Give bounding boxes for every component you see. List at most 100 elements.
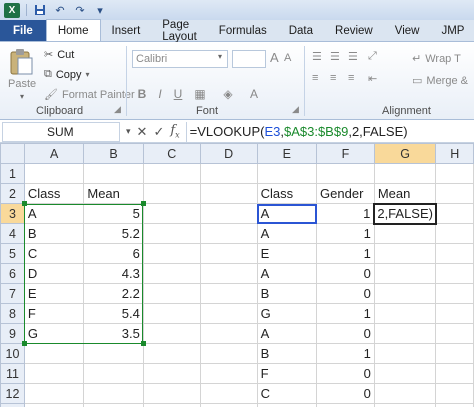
cell-D1[interactable] [199, 163, 258, 184]
fill-color-icon[interactable]: ◈ [220, 86, 236, 102]
grow-font-icon[interactable]: A [270, 50, 279, 65]
range-handle[interactable] [21, 201, 27, 206]
align-bottom-icon[interactable]: ☰ [348, 50, 358, 63]
cell-G13[interactable] [373, 403, 437, 407]
cell-E9[interactable]: A [256, 323, 318, 344]
cell-E4[interactable]: A [256, 223, 318, 244]
cell-H9[interactable] [435, 323, 474, 344]
cell-B11[interactable] [83, 363, 144, 384]
formula-input[interactable]: =VLOOKUP(E3, $A$3:$B$9,2,FALSE) [185, 121, 474, 142]
range-handle[interactable] [140, 341, 146, 346]
cell-H6[interactable] [435, 263, 474, 284]
cell-C12[interactable] [142, 383, 201, 404]
cell-H13[interactable] [435, 403, 474, 407]
cell-D8[interactable] [199, 303, 258, 324]
tab-file[interactable]: File [0, 20, 46, 41]
customize-toolbar-icon[interactable]: ▾ [93, 3, 107, 17]
cell-E10[interactable]: B [256, 343, 318, 364]
cell-F10[interactable]: 1 [316, 343, 375, 364]
name-box[interactable]: SUM [2, 121, 120, 142]
borders-icon[interactable]: ▦ [192, 86, 208, 102]
cell-A11[interactable] [23, 363, 85, 384]
cell-C2[interactable] [142, 183, 201, 204]
cell-E5[interactable]: E [256, 243, 318, 264]
cell-H7[interactable] [435, 283, 474, 304]
cell-G6[interactable] [373, 263, 437, 284]
cell-F4[interactable]: 1 [316, 223, 375, 244]
cell-F6[interactable]: 0 [316, 263, 375, 284]
cell-D10[interactable] [199, 343, 258, 364]
row-header[interactable]: 6 [0, 263, 25, 284]
row-header[interactable]: 8 [0, 303, 25, 324]
cell-G7[interactable] [373, 283, 437, 304]
cell-F3[interactable]: 1 [316, 203, 375, 224]
cell-F9[interactable]: 0 [316, 323, 375, 344]
cell-F7[interactable]: 0 [316, 283, 375, 304]
row-header[interactable]: 13 [0, 403, 25, 407]
cell-B3[interactable]: 5 [83, 203, 144, 224]
cell-B8[interactable]: 5.4 [83, 303, 144, 324]
cut-button[interactable]: ✂ Cut [44, 48, 74, 62]
underline-button[interactable]: U [170, 86, 186, 102]
cell-B2[interactable]: Mean [83, 183, 144, 204]
cell-C8[interactable] [142, 303, 201, 324]
format-painter-button[interactable]: 🖌 Format Painter [44, 88, 135, 102]
cell-E8[interactable]: G [256, 303, 318, 324]
font-name-dropdown-icon[interactable]: ▾ [218, 52, 222, 61]
cell-G12[interactable] [373, 383, 437, 404]
cell-A1[interactable] [23, 163, 85, 184]
cell-A13[interactable] [23, 403, 85, 407]
row-header[interactable]: 3 [0, 203, 25, 224]
cell-H12[interactable] [435, 383, 474, 404]
cell-A3[interactable]: A [23, 203, 85, 224]
cell-E2[interactable]: Class [256, 183, 318, 204]
cell-G4[interactable] [373, 223, 437, 244]
paste-dropdown-icon[interactable]: ▾ [20, 92, 24, 101]
cell-D5[interactable] [199, 243, 258, 264]
cell-F13[interactable]: 1 [316, 403, 375, 407]
cell-A10[interactable] [23, 343, 85, 364]
column-header[interactable]: A [23, 143, 85, 164]
column-header[interactable]: C [142, 143, 201, 164]
cell-G5[interactable] [373, 243, 437, 264]
cell-D3[interactable] [199, 203, 258, 224]
cell-A5[interactable]: C [23, 243, 85, 264]
cell-C4[interactable] [142, 223, 201, 244]
merge-center-button[interactable]: ▭ Merge & [412, 74, 468, 88]
cell-G2[interactable]: Mean [373, 183, 437, 204]
column-header[interactable]: E [256, 143, 318, 164]
copy-dropdown-icon[interactable]: ▾ [86, 70, 90, 79]
cell-H3[interactable] [435, 203, 474, 224]
wrap-text-button[interactable]: ↵ Wrap T [412, 52, 461, 66]
cell-C1[interactable] [142, 163, 201, 184]
cell-B4[interactable]: 5.2 [83, 223, 144, 244]
cell-A8[interactable]: F [23, 303, 85, 324]
cell-G1[interactable] [373, 163, 437, 184]
cell-B10[interactable] [83, 343, 144, 364]
cell-D12[interactable] [199, 383, 258, 404]
align-middle-icon[interactable]: ☰ [330, 50, 340, 63]
row-header[interactable]: 1 [0, 163, 25, 184]
align-right-icon[interactable]: ≡ [348, 72, 354, 84]
cell-E13[interactable]: G [256, 403, 318, 407]
cell-A6[interactable]: D [23, 263, 85, 284]
row-header[interactable]: 10 [0, 343, 25, 364]
cell-C9[interactable] [142, 323, 201, 344]
cell-B9[interactable]: 3.5 [83, 323, 144, 344]
cell-H4[interactable] [435, 223, 474, 244]
cell-E12[interactable]: C [256, 383, 318, 404]
copy-button[interactable]: ⧉ Copy ▾ [44, 68, 90, 81]
cell-D4[interactable] [199, 223, 258, 244]
cell-G10[interactable] [373, 343, 437, 364]
cell-D2[interactable] [199, 183, 258, 204]
cell-A9[interactable]: G [23, 323, 85, 344]
italic-button[interactable]: I [152, 86, 168, 102]
column-header[interactable]: D [199, 143, 258, 164]
tab-home[interactable]: Home [45, 19, 101, 41]
orientation-icon[interactable]: ⤢ [368, 50, 377, 63]
row-header[interactable]: 11 [0, 363, 25, 384]
cell-C3[interactable] [142, 203, 201, 224]
tab-formulas[interactable]: Formulas [208, 20, 278, 41]
cell-C13[interactable] [142, 403, 201, 407]
cell-C10[interactable] [142, 343, 201, 364]
